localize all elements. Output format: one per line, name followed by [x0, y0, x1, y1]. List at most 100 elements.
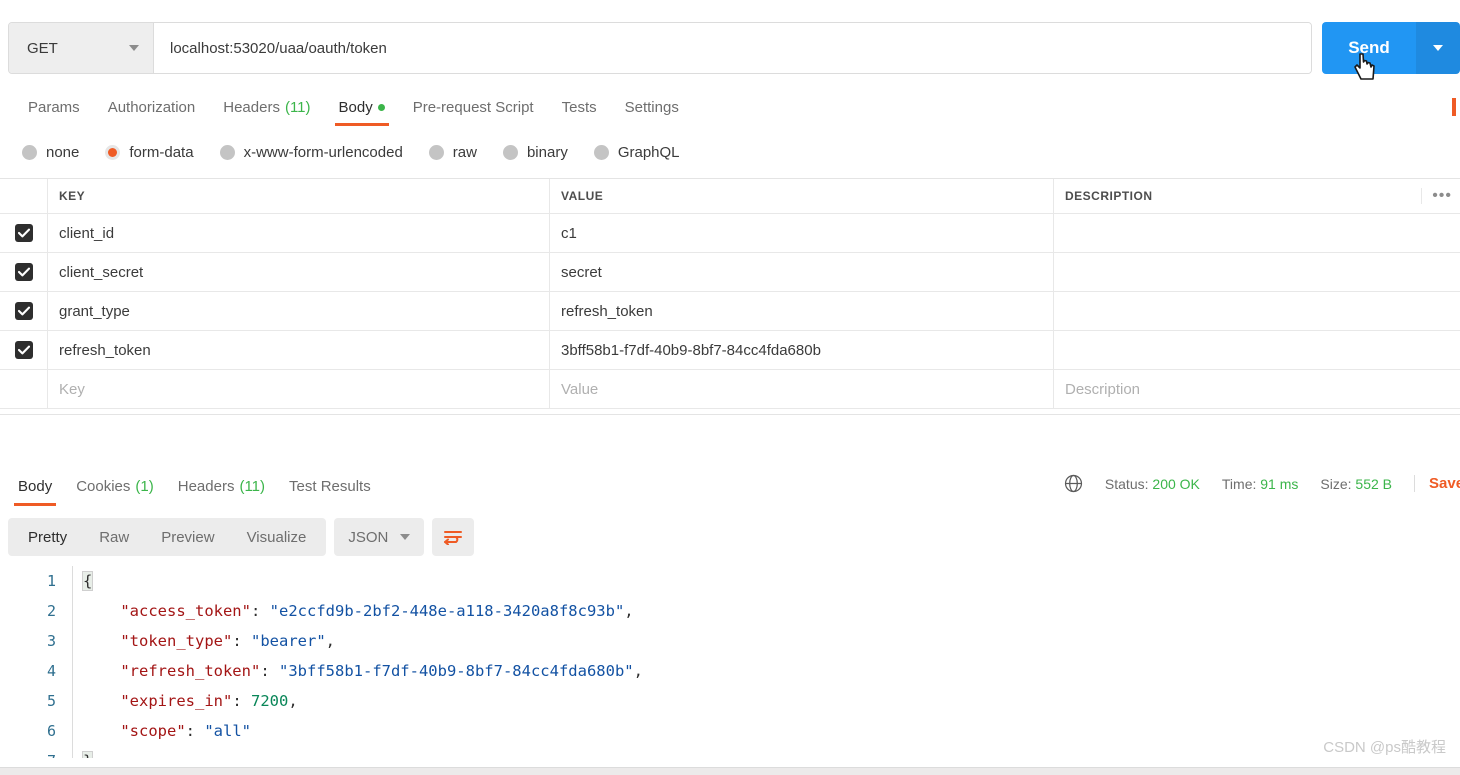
response-tab-headers[interactable]: Headers (11) [166, 466, 277, 506]
code-line: 2 "access_token": "e2ccfd9b-2bf2-448e-a1… [0, 596, 1460, 626]
watermark: CSDN @ps酷教程 [1323, 739, 1446, 756]
send-button[interactable]: Send [1322, 22, 1416, 74]
response-tab-test-results[interactable]: Test Results [277, 466, 383, 506]
tab-label: Headers [223, 98, 280, 116]
status-label: Status: [1104, 475, 1149, 492]
tab-label: Test Results [289, 477, 371, 495]
view-mode-raw[interactable]: Raw [83, 522, 145, 552]
radio-label: GraphQL [617, 143, 680, 161]
size-value: 552 B [1355, 475, 1392, 492]
code-line: 6 "scope": "all" [0, 716, 1460, 746]
tab-body[interactable]: Body [325, 88, 399, 126]
table-row: refresh_token 3bff58b1-f7df-40b9-8bf7-84… [0, 331, 1460, 370]
globe-icon[interactable] [1064, 474, 1083, 493]
row-checkbox[interactable] [14, 263, 33, 281]
send-options-button[interactable] [1416, 22, 1460, 74]
body-type-graphql[interactable]: GraphQL [593, 143, 680, 161]
radio-icon [502, 144, 518, 160]
tab-label: Headers [177, 477, 235, 495]
url-text: localhost:53020/uaa/oauth/token [170, 39, 387, 57]
row-checkbox-cell [0, 253, 48, 291]
send-group: Send [1322, 22, 1460, 74]
method-url-group: GET localhost:53020/uaa/oauth/token [8, 22, 1312, 74]
tab-label: Body [18, 477, 53, 495]
tab-label: Settings [624, 98, 679, 116]
code-text: "access_token": "e2ccfd9b-2bf2-448e-a118… [120, 602, 634, 620]
tab-settings[interactable]: Settings [611, 88, 693, 126]
row-key[interactable]: refresh_token [48, 331, 549, 369]
row-value[interactable]: refresh_token [550, 292, 1053, 330]
save-response-button[interactable]: Save [1414, 475, 1460, 492]
bulk-edit-icon[interactable]: ••• [1421, 188, 1452, 204]
wrap-lines-button[interactable] [432, 518, 475, 556]
tab-headers[interactable]: Headers (11) [209, 88, 324, 126]
view-mode-visualize[interactable]: Visualize [231, 522, 323, 552]
view-mode-pretty[interactable]: Pretty [12, 522, 83, 552]
tab-label: Tests [561, 98, 597, 116]
row-key[interactable]: client_id [48, 214, 549, 252]
row-key[interactable]: grant_type [48, 292, 549, 330]
row-checkbox[interactable] [14, 341, 33, 359]
line-number: 1 [46, 572, 56, 590]
row-description[interactable] [1054, 253, 1460, 291]
response-tab-cookies[interactable]: Cookies (1) [64, 466, 166, 506]
response-format-select[interactable]: JSON [334, 518, 425, 556]
row-description[interactable] [1054, 331, 1460, 369]
tab-authorization[interactable]: Authorization [94, 88, 210, 126]
row-description[interactable] [1054, 292, 1460, 330]
radio-label: raw [452, 143, 477, 161]
status-value: 200 OK [1152, 475, 1200, 492]
body-type-binary[interactable]: binary [502, 144, 568, 161]
tab-params[interactable]: Params [14, 88, 94, 126]
response-view-toolbar: Pretty Raw Preview Visualize JSON [8, 518, 475, 556]
tab-count: (11) [239, 477, 266, 495]
time-badge: Time: 91 ms [1222, 476, 1299, 492]
response-meta-bar: Status: 200 OK Time: 91 ms Size: 552 B S… [1064, 474, 1460, 493]
new-row-key-input[interactable]: Key [48, 370, 549, 408]
json-scope: all [213, 722, 242, 740]
code-text: } [73, 751, 94, 758]
row-checkbox[interactable] [14, 302, 33, 320]
row-checkbox-cell [0, 292, 48, 330]
new-row-value-input[interactable]: Value [550, 370, 1053, 408]
line-number: 5 [46, 692, 56, 710]
http-method-label: GET [27, 39, 58, 57]
row-description[interactable] [1054, 214, 1460, 252]
table-header-row: KEY VALUE DESCRIPTION ••• [0, 179, 1460, 214]
code-text: "scope": "all" [120, 722, 252, 740]
response-tab-body[interactable]: Body [6, 466, 64, 506]
row-checkbox-cell [0, 331, 48, 369]
body-type-x-www-form-urlencoded[interactable]: x-www-form-urlencoded [219, 144, 403, 161]
code-line-partial: 7 } [0, 746, 1460, 758]
row-value[interactable]: 3bff58b1-f7df-40b9-8bf7-84cc4fda680b [550, 331, 1053, 369]
row-checkbox-cell [0, 214, 48, 252]
radio-icon [428, 144, 444, 160]
tab-label: Body [338, 98, 373, 116]
row-key[interactable]: client_secret [48, 253, 549, 291]
url-input[interactable]: localhost:53020/uaa/oauth/token [154, 23, 1311, 73]
cookies-link-edge-marker[interactable] [1452, 98, 1456, 116]
table-row: client_id c1 [0, 214, 1460, 253]
tab-tests[interactable]: Tests [548, 88, 611, 126]
row-value[interactable]: secret [550, 253, 1053, 291]
line-number: 6 [46, 722, 56, 740]
header-description: DESCRIPTION [1065, 189, 1153, 203]
new-row-description-input[interactable]: Description [1054, 370, 1460, 408]
view-mode-preview[interactable]: Preview [145, 522, 230, 552]
response-pane-divider [0, 414, 1460, 466]
table-row: grant_type refresh_token [0, 292, 1460, 331]
radio-label: none [46, 143, 80, 161]
http-method-select[interactable]: GET [9, 23, 154, 73]
response-body-code[interactable]: 1 { 2 "access_token": "e2ccfd9b-2bf2-448… [0, 566, 1460, 758]
body-type-raw[interactable]: raw [428, 143, 477, 161]
request-url-bar: GET localhost:53020/uaa/oauth/token Send [0, 0, 1460, 96]
row-value[interactable]: c1 [550, 214, 1053, 252]
tab-pre-request-script[interactable]: Pre-request Script [399, 88, 548, 126]
time-label: Time: [1221, 475, 1257, 492]
tab-label: Pre-request Script [412, 98, 534, 116]
body-type-form-data[interactable]: form-data [105, 144, 194, 161]
bottom-scroll-bar[interactable] [0, 767, 1460, 775]
code-text: { [81, 571, 94, 591]
body-type-none[interactable]: none [22, 144, 79, 161]
row-checkbox[interactable] [14, 224, 33, 242]
